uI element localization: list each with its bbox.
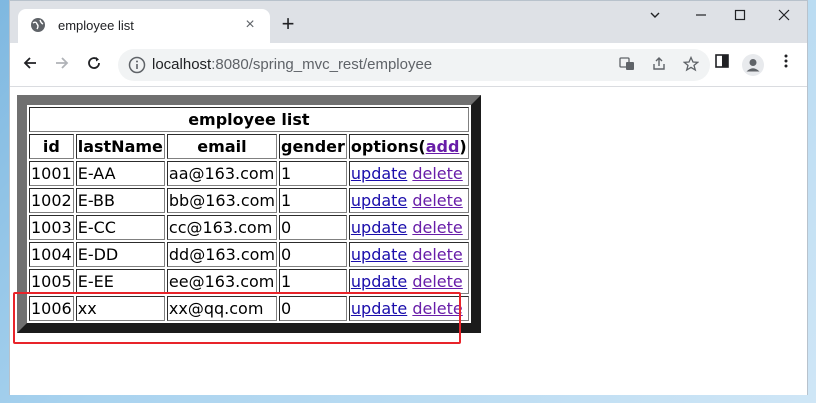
cell-options: update delete bbox=[348, 161, 469, 186]
address-bar[interactable]: localhost:8080/spring_mvc_rest/employee bbox=[118, 49, 710, 81]
cell-lastname: xx bbox=[75, 296, 165, 321]
tab-employee-list[interactable]: employee list × bbox=[18, 9, 270, 43]
table-row: 1002 E-BB bb@163.com 1 update delete bbox=[29, 188, 469, 213]
cell-lastname: E-DD bbox=[75, 242, 165, 267]
site-info-icon[interactable] bbox=[128, 56, 146, 74]
profile-avatar-icon[interactable] bbox=[742, 54, 764, 76]
cell-gender: 1 bbox=[279, 269, 347, 294]
tab-title: employee list bbox=[58, 18, 134, 33]
update-link[interactable]: update bbox=[351, 245, 407, 264]
cell-id: 1005 bbox=[29, 269, 74, 294]
delete-link[interactable]: delete bbox=[412, 299, 462, 318]
browser-window: employee list × + localhost:8080/spring_… bbox=[9, 0, 808, 395]
new-tab-button[interactable]: + bbox=[276, 13, 300, 37]
delete-link[interactable]: delete bbox=[412, 164, 462, 183]
cell-email: cc@163.com bbox=[166, 215, 277, 240]
options-prefix: options( bbox=[350, 137, 426, 156]
url-host: localhost bbox=[152, 56, 212, 73]
cell-id: 1002 bbox=[29, 188, 74, 213]
maximize-icon[interactable] bbox=[717, 5, 763, 29]
update-link[interactable]: update bbox=[351, 272, 407, 291]
cell-id: 1004 bbox=[29, 242, 74, 267]
cell-options: update delete bbox=[348, 269, 469, 294]
cell-gender: 0 bbox=[279, 242, 347, 267]
header-email: email bbox=[166, 134, 277, 159]
url-text[interactable]: localhost:8080/spring_mvc_rest/employee bbox=[152, 56, 432, 73]
cell-email: xx@qq.com bbox=[166, 296, 277, 321]
cell-lastname: E-AA bbox=[75, 161, 165, 186]
bookmark-star-icon[interactable] bbox=[682, 55, 700, 74]
share-icon[interactable] bbox=[650, 56, 668, 74]
side-panel-icon[interactable] bbox=[710, 53, 734, 77]
cell-options: update delete bbox=[348, 296, 469, 321]
header-id: id bbox=[29, 134, 74, 159]
tab-search-chevron-icon[interactable] bbox=[632, 5, 678, 29]
close-window-icon[interactable] bbox=[761, 5, 807, 29]
back-arrow-icon[interactable] bbox=[18, 53, 42, 77]
update-link[interactable]: update bbox=[351, 299, 407, 318]
options-suffix: ) bbox=[459, 137, 467, 156]
header-options: options(add) bbox=[348, 134, 469, 159]
cell-id: 1003 bbox=[29, 215, 74, 240]
cell-options: update delete bbox=[348, 242, 469, 267]
translate-icon[interactable] bbox=[618, 56, 636, 74]
table-row: 1004 E-DD dd@163.com 0 update delete bbox=[29, 242, 469, 267]
header-lastname: lastName bbox=[75, 134, 165, 159]
cell-lastname: E-CC bbox=[75, 215, 165, 240]
update-link[interactable]: update bbox=[351, 191, 407, 210]
forward-arrow-icon[interactable] bbox=[50, 53, 74, 77]
reload-icon[interactable] bbox=[82, 53, 106, 77]
table-row: 1006 xx xx@qq.com 0 update delete bbox=[29, 296, 469, 321]
cell-gender: 1 bbox=[279, 188, 347, 213]
cell-email: dd@163.com bbox=[166, 242, 277, 267]
cell-options: update delete bbox=[348, 215, 469, 240]
cell-options: update delete bbox=[348, 188, 469, 213]
table-header-row: id lastName email gender options(add) bbox=[29, 134, 469, 159]
delete-link[interactable]: delete bbox=[412, 191, 462, 210]
employee-table: employee list id lastName email gender o… bbox=[17, 95, 481, 333]
header-gender: gender bbox=[279, 134, 347, 159]
add-employee-link[interactable]: add bbox=[426, 137, 460, 156]
table-caption-row: employee list bbox=[29, 107, 469, 132]
cell-lastname: E-BB bbox=[75, 188, 165, 213]
delete-link[interactable]: delete bbox=[412, 245, 462, 264]
tab-strip: employee list × + bbox=[10, 1, 807, 43]
table-row: 1005 E-EE ee@163.com 1 update delete bbox=[29, 269, 469, 294]
cell-gender: 0 bbox=[279, 296, 347, 321]
cell-lastname: E-EE bbox=[75, 269, 165, 294]
cell-gender: 0 bbox=[279, 215, 347, 240]
cell-id: 1006 bbox=[29, 296, 74, 321]
update-link[interactable]: update bbox=[351, 218, 407, 237]
cell-email: aa@163.com bbox=[166, 161, 277, 186]
table-caption: employee list bbox=[29, 107, 469, 132]
globe-icon bbox=[31, 18, 45, 32]
update-link[interactable]: update bbox=[351, 164, 407, 183]
table-row: 1003 E-CC cc@163.com 0 update delete bbox=[29, 215, 469, 240]
delete-link[interactable]: delete bbox=[412, 272, 462, 291]
table-row: 1001 E-AA aa@163.com 1 update delete bbox=[29, 161, 469, 186]
url-path: :8080/spring_mvc_rest/employee bbox=[211, 56, 433, 73]
browser-toolbar: localhost:8080/spring_mvc_rest/employee bbox=[10, 43, 807, 87]
delete-link[interactable]: delete bbox=[412, 218, 462, 237]
cell-email: ee@163.com bbox=[166, 269, 277, 294]
cell-gender: 1 bbox=[279, 161, 347, 186]
cell-id: 1001 bbox=[29, 161, 74, 186]
page-viewport: employee list id lastName email gender o… bbox=[10, 87, 807, 395]
menu-kebab-icon[interactable] bbox=[774, 53, 798, 77]
tab-close-icon[interactable]: × bbox=[240, 15, 260, 35]
cell-email: bb@163.com bbox=[166, 188, 277, 213]
